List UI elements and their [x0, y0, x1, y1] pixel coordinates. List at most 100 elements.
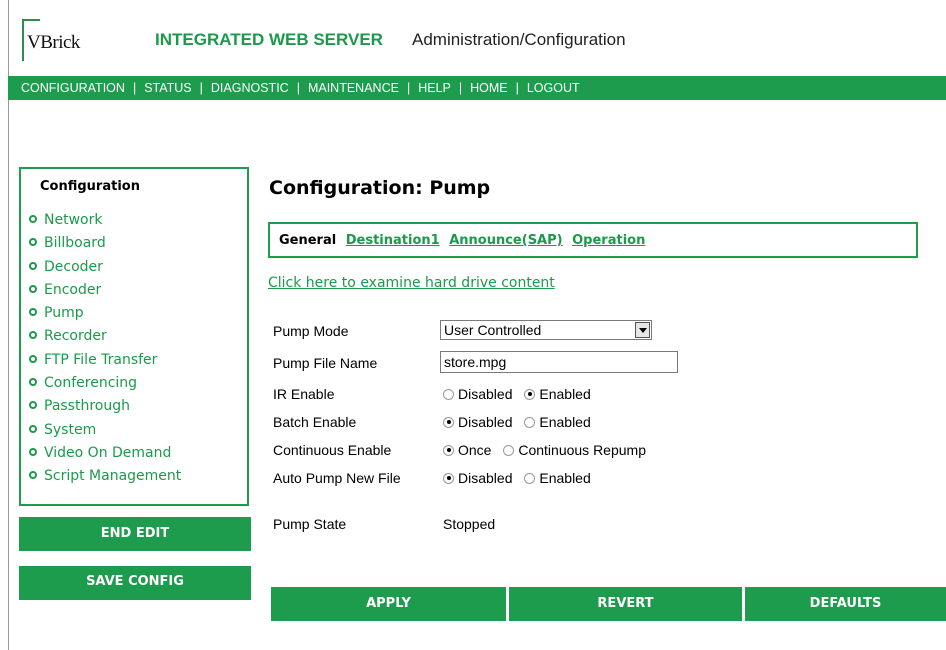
logo-text: VBrick	[27, 32, 80, 53]
sidebar-item-system[interactable]: System	[29, 419, 181, 442]
sidebar-item-network[interactable]: Network	[29, 209, 181, 232]
bullet-icon	[29, 401, 37, 410]
sidebar-item-label: Conferencing	[44, 375, 138, 392]
sidebar-item-decoder[interactable]: Decoder	[29, 256, 181, 279]
hard-drive-content-link[interactable]: Click here to examine hard drive content	[268, 275, 555, 291]
bullet-icon	[29, 471, 37, 480]
sidebar-item-billboard[interactable]: Billboard	[29, 232, 181, 255]
auto-pump-enabled-radio[interactable]	[524, 472, 536, 484]
bullet-icon	[29, 354, 37, 363]
nav-diagnostic[interactable]: DIAGNOSTIC	[211, 81, 289, 95]
batch-enable-label: Batch Enable	[273, 414, 357, 430]
nav-separator: |	[406, 81, 411, 95]
radio-label: Enabled	[539, 470, 591, 486]
sidebar-list: Network Billboard Decoder Encoder Pump R…	[29, 209, 181, 489]
radio-label: Continuous Repump	[518, 442, 646, 458]
nav-help[interactable]: HELP	[418, 81, 451, 95]
nav-status[interactable]: STATUS	[144, 81, 191, 95]
nav-separator: |	[296, 81, 300, 95]
sidebar-item-conferencing[interactable]: Conferencing	[29, 372, 181, 395]
continuous-enable-once-radio[interactable]	[443, 444, 454, 456]
header: VBrick INTEGRATED WEB SERVER Administrat…	[8, 0, 946, 72]
continuous-enable-radio-group: Once Continuous Repump	[443, 442, 654, 458]
nav-home[interactable]: HOME	[470, 81, 508, 95]
nav-separator: |	[132, 81, 137, 95]
chevron-down-icon[interactable]	[635, 322, 650, 338]
radio-label: Disabled	[458, 414, 513, 430]
app-subtitle: Administration/Configuration	[412, 30, 626, 49]
bullet-icon	[29, 378, 37, 387]
sidebar-item-label: System	[44, 421, 97, 438]
radio-label: Disabled	[458, 470, 513, 486]
bullet-icon	[29, 424, 37, 433]
sidebar-item-label: Script Management	[44, 468, 182, 485]
auto-pump-new-file-label: Auto Pump New File	[273, 470, 401, 486]
sidebar-item-label: Network	[44, 212, 103, 228]
tab-row: General Destination1 Announce(SAP) Opera…	[279, 233, 645, 248]
auto-pump-radio-group: Disabled Enabled	[443, 470, 599, 486]
nav-configuration[interactable]: CONFIGURATION	[21, 81, 125, 95]
radio-label: Once	[458, 442, 492, 458]
pump-mode-value: User Controlled	[444, 322, 542, 338]
ir-enable-enabled-radio[interactable]	[524, 388, 536, 400]
ir-enable-radio-group: Disabled Enabled	[443, 386, 599, 402]
bullet-icon	[29, 261, 37, 270]
sidebar-item-label: Passthrough	[44, 398, 130, 415]
nav-separator: |	[515, 81, 519, 95]
sidebar-item-encoder[interactable]: Encoder	[29, 279, 181, 302]
bullet-icon	[29, 308, 37, 317]
pump-file-name-label: Pump File Name	[273, 355, 378, 371]
apply-button[interactable]: APPLY	[271, 587, 506, 621]
nav-list: CONFIGURATION | STATUS | DIAGNOSTIC | MAINTENA…	[21, 76, 580, 100]
radio-label: Disabled	[458, 386, 513, 402]
auto-pump-disabled-radio[interactable]	[443, 472, 454, 484]
nav-separator: |	[458, 81, 463, 95]
sidebar-item-ftp-file-transfer[interactable]: FTP File Transfer	[29, 349, 181, 372]
top-nav-bar: CONFIGURATION | STATUS | DIAGNOSTIC | MAINTENA…	[8, 76, 946, 100]
nav-maintenance[interactable]: MAINTENANCE	[308, 81, 399, 95]
sidebar-item-label: Billboard	[44, 235, 106, 252]
batch-enable-radio-group: Disabled Enabled	[443, 414, 599, 430]
sidebar-item-script-management[interactable]: Script Management	[29, 465, 181, 488]
sidebar-item-passthrough[interactable]: Passthrough	[29, 395, 181, 418]
bullet-icon	[29, 215, 37, 223]
batch-enable-enabled-radio[interactable]	[524, 416, 536, 428]
bullet-icon	[29, 331, 37, 340]
app-title: INTEGRATED WEB SERVER	[155, 30, 383, 49]
ir-enable-disabled-radio[interactable]	[443, 388, 454, 400]
pump-state-label: Pump State	[273, 516, 347, 532]
continuous-enable-repump-radio[interactable]	[503, 444, 515, 456]
defaults-button[interactable]: DEFAULTS	[745, 587, 946, 621]
sidebar-item-label: Video On Demand	[44, 444, 172, 461]
end-edit-button[interactable]: END EDIT	[19, 517, 251, 551]
sidebar-item-label: Encoder	[44, 281, 102, 298]
sidebar-item-recorder[interactable]: Recorder	[29, 325, 181, 348]
nav-logout[interactable]: LOGOUT	[527, 81, 580, 95]
sidebar-title: Configuration	[40, 179, 140, 194]
page-title: Configuration: Pump	[269, 177, 491, 199]
tab-operation[interactable]: Operation	[572, 233, 645, 248]
ir-enable-label: IR Enable	[273, 386, 335, 402]
revert-button[interactable]: REVERT	[509, 587, 742, 621]
tab-announce-sap[interactable]: Announce(SAP)	[449, 233, 562, 248]
continuous-enable-label: Continuous Enable	[273, 442, 392, 458]
pump-mode-label: Pump Mode	[273, 323, 349, 339]
pump-file-name-input[interactable]	[440, 351, 678, 373]
sidebar-item-pump[interactable]: Pump	[29, 302, 181, 325]
tab-destination1[interactable]: Destination1	[346, 233, 440, 248]
sidebar-item-label: FTP File Transfer	[44, 351, 158, 368]
configuration-sidebar: Configuration Network Billboard Decoder …	[19, 167, 249, 506]
radio-label: Enabled	[539, 386, 591, 402]
batch-enable-disabled-radio[interactable]	[443, 416, 454, 428]
vbrick-logo: VBrick	[22, 19, 80, 61]
bullet-icon	[29, 284, 37, 293]
sidebar-item-label: Decoder	[44, 258, 103, 275]
sidebar-item-label: Pump	[44, 305, 84, 322]
save-config-button[interactable]: SAVE CONFIG	[19, 566, 251, 600]
radio-label: Enabled	[539, 414, 591, 430]
bullet-icon	[29, 238, 37, 247]
pump-mode-select[interactable]: User Controlled	[440, 320, 652, 340]
sidebar-item-video-on-demand[interactable]: Video On Demand	[29, 442, 181, 465]
nav-separator: |	[199, 81, 203, 95]
tab-general: General	[279, 233, 337, 248]
